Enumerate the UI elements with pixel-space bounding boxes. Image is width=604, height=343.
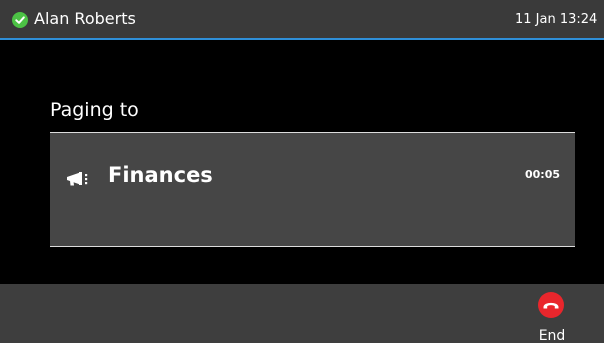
status-bar: Alan Roberts 11 Jan 13:24 [0,0,604,40]
paging-heading: Paging to [50,99,139,121]
end-label: End [538,328,566,343]
user-name: Alan Roberts [34,9,136,28]
call-timer: 00:05 [525,168,561,181]
hang-up-icon [538,292,564,318]
date-time: 11 Jan 13:24 [515,12,598,27]
paging-call-card[interactable]: Finances 00:05 [50,132,575,247]
megaphone-icon [66,170,94,188]
paging-group-name: Finances [108,163,213,187]
end-call-button[interactable]: End [528,288,576,343]
softkey-bar: End [0,284,604,343]
paging-screen: Alan Roberts 11 Jan 13:24 Paging to Fina… [0,0,604,343]
available-check-icon [12,12,28,28]
